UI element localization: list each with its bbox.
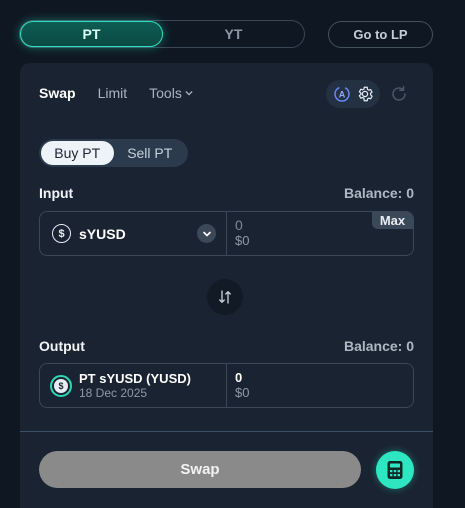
chevron-down-icon[interactable] bbox=[197, 224, 216, 243]
input-field: $ sYUSD 0 $0 Max bbox=[39, 211, 414, 256]
swap-card: Swap Limit Tools A Buy PT Sell PT Input … bbox=[20, 63, 433, 508]
chevron-down-icon bbox=[185, 91, 193, 96]
output-field: $ PT sYUSD (YUSD) 18 Dec 2025 0 $0 bbox=[39, 363, 414, 408]
input-token-selector[interactable]: $ sYUSD bbox=[40, 212, 227, 255]
tab-swap[interactable]: Swap bbox=[39, 85, 76, 101]
tab-limit-label: Limit bbox=[97, 85, 128, 101]
sell-pt-button[interactable]: Sell PT bbox=[114, 141, 187, 165]
max-button[interactable]: Max bbox=[372, 212, 413, 229]
refresh-icon[interactable] bbox=[390, 85, 408, 103]
input-balance: Balance: 0 bbox=[343, 185, 414, 201]
output-balance: Balance: 0 bbox=[343, 338, 414, 354]
output-amount: 0 bbox=[235, 370, 243, 385]
swap-button[interactable]: Swap bbox=[39, 451, 361, 488]
go-to-lp-button[interactable]: Go to LP bbox=[328, 21, 433, 48]
calculator-icon[interactable] bbox=[376, 451, 414, 489]
buy-pt-button[interactable]: Buy PT bbox=[41, 141, 114, 165]
tab-swap-label: Swap bbox=[39, 85, 76, 101]
tab-pt[interactable]: PT bbox=[20, 21, 163, 47]
output-maturity-date: 18 Dec 2025 bbox=[79, 385, 148, 400]
pt-yt-toggle: PT YT bbox=[19, 20, 305, 48]
swap-direction-button[interactable] bbox=[207, 279, 243, 315]
buy-sell-toggle: Buy PT Sell PT bbox=[39, 139, 188, 167]
input-token-name: sYUSD bbox=[79, 225, 126, 242]
tab-tools[interactable]: Tools bbox=[149, 85, 193, 101]
swap-arrows-icon bbox=[219, 290, 231, 304]
input-amount-area[interactable]: 0 $0 Max bbox=[227, 212, 413, 255]
tab-tools-label: Tools bbox=[149, 85, 182, 101]
output-usd-value: $0 bbox=[235, 385, 250, 400]
output-token-name: PT sYUSD (YUSD) bbox=[79, 370, 191, 386]
output-token-info: $ PT sYUSD (YUSD) 18 Dec 2025 bbox=[40, 364, 227, 407]
swap-tabs: Swap Limit Tools bbox=[39, 85, 193, 101]
output-amount-area: 0 $0 bbox=[227, 364, 413, 407]
output-label: Output bbox=[39, 338, 85, 354]
input-label: Input bbox=[39, 185, 74, 201]
input-usd-value: $0 bbox=[235, 233, 250, 248]
pt-token-glyph: $ bbox=[54, 378, 68, 393]
svg-text:A: A bbox=[338, 90, 345, 100]
dollar-coin-icon: $ bbox=[52, 224, 71, 243]
divider bbox=[20, 431, 433, 432]
pt-token-icon: $ bbox=[50, 374, 72, 397]
tab-yt[interactable]: YT bbox=[163, 21, 304, 47]
settings-pill: A bbox=[326, 80, 380, 108]
gear-icon[interactable] bbox=[356, 85, 374, 103]
auto-route-icon[interactable]: A bbox=[333, 85, 351, 103]
tab-limit[interactable]: Limit bbox=[98, 85, 128, 101]
